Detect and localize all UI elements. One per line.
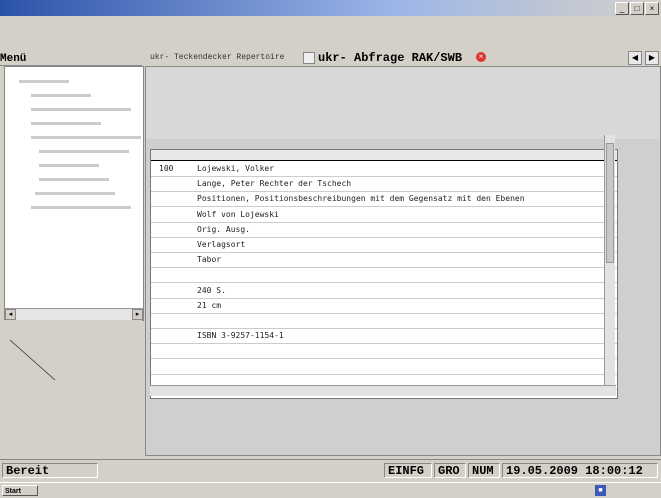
title-bar: _ □ ×: [0, 0, 661, 16]
tree-item[interactable]: [11, 105, 143, 115]
field-value: Verlagsort: [197, 240, 246, 249]
vertical-scrollbar[interactable]: [604, 135, 615, 393]
field-value: 240 S.: [197, 285, 226, 295]
status-flag: GRO: [434, 463, 466, 478]
field-value: Positionen, Positionsbeschreibungen mit …: [197, 194, 525, 204]
callout-line: [9, 339, 56, 381]
tray-icon[interactable]: ■: [595, 485, 606, 496]
table-row[interactable]: ISBN 3-9257-1154-1: [151, 329, 617, 345]
tree-item[interactable]: [11, 119, 143, 129]
table-row[interactable]: Tabor: [151, 253, 617, 269]
navigation-tree[interactable]: ◂ ▸: [4, 66, 144, 321]
tree-item[interactable]: [11, 175, 143, 185]
tab-navigation: ◀ ▶: [628, 51, 659, 65]
table-row[interactable]: [151, 360, 617, 375]
field-value: Lange, Peter Rechter der Tschech: [197, 179, 352, 189]
minimize-button[interactable]: _: [615, 2, 629, 15]
field-value: Tabor: [197, 255, 222, 265]
status-datetime: 19.05.2009 18:00:12: [502, 463, 658, 478]
tab-first[interactable]: ukr- Teckendecker Repertoire: [150, 53, 284, 62]
window-controls: _ □ ×: [615, 2, 659, 15]
table-row[interactable]: Orig. Ausg.: [151, 223, 617, 238]
table-row[interactable]: Wolf von Lojewski: [151, 208, 617, 223]
document-icon: [303, 52, 315, 64]
tab-active[interactable]: ukr- Abfrage RAK/SWB: [318, 51, 462, 65]
query-header: [146, 67, 660, 139]
tree-item[interactable]: [11, 77, 143, 87]
results-horizontal-scrollbar[interactable]: [150, 385, 616, 396]
scroll-right-icon[interactable]: ▸: [132, 309, 143, 320]
taskbar: Start ■: [0, 482, 661, 498]
close-tab-icon[interactable]: ×: [476, 52, 486, 62]
results-list[interactable]: 100 Lojewski, Volker Lange, Peter Rechter …: [150, 149, 618, 399]
tab-prev-icon[interactable]: ◀: [628, 51, 642, 65]
tree-item[interactable]: [11, 203, 143, 213]
tree-item[interactable]: [11, 147, 143, 157]
status-ready: Bereit: [2, 463, 98, 478]
status-flag: NUM: [468, 463, 500, 478]
table-row[interactable]: [151, 268, 617, 284]
field-value: Wolf von Lojewski: [197, 209, 279, 219]
maximize-button[interactable]: □: [630, 2, 644, 15]
table-row[interactable]: [151, 344, 617, 360]
status-bar: Bereit EINFG GRO NUM 19.05.2009 18:00:12: [0, 459, 661, 482]
table-row[interactable]: 100 Lojewski, Volker: [151, 162, 617, 177]
tree-item[interactable]: [11, 161, 143, 171]
scroll-left-icon[interactable]: ◂: [5, 309, 16, 320]
nav-label: Menü: [0, 53, 27, 65]
tree-item[interactable]: [11, 133, 143, 143]
table-row[interactable]: Lange, Peter Rechter der Tschech: [151, 177, 617, 193]
table-row[interactable]: [151, 314, 617, 329]
table-row[interactable]: 240 S.: [151, 284, 617, 299]
start-button[interactable]: Start: [2, 485, 38, 496]
status-flag: EINFG: [384, 463, 432, 478]
scroll-thumb[interactable]: [606, 143, 614, 263]
field-code: 100: [159, 164, 174, 173]
field-value: 21 cm: [197, 300, 222, 310]
field-value: ISBN 3-9257-1154-1: [197, 331, 284, 341]
field-value: Lojewski, Volker: [197, 164, 275, 173]
column-header: [151, 150, 617, 161]
tree-item[interactable]: [11, 189, 143, 199]
horizontal-scrollbar[interactable]: ◂ ▸: [5, 308, 143, 320]
main-panel: 100 Lojewski, Volker Lange, Peter Rechter …: [145, 66, 661, 456]
close-button[interactable]: ×: [645, 2, 659, 15]
table-row[interactable]: Verlagsort: [151, 238, 617, 253]
table-row[interactable]: 21 cm: [151, 299, 617, 314]
tree-item[interactable]: [11, 91, 143, 101]
table-row[interactable]: Positionen, Positionsbeschreibungen mit …: [151, 192, 617, 208]
field-value: Orig. Ausg.: [197, 224, 250, 234]
tab-next-icon[interactable]: ▶: [645, 51, 659, 65]
menu-bar: [0, 28, 661, 40]
